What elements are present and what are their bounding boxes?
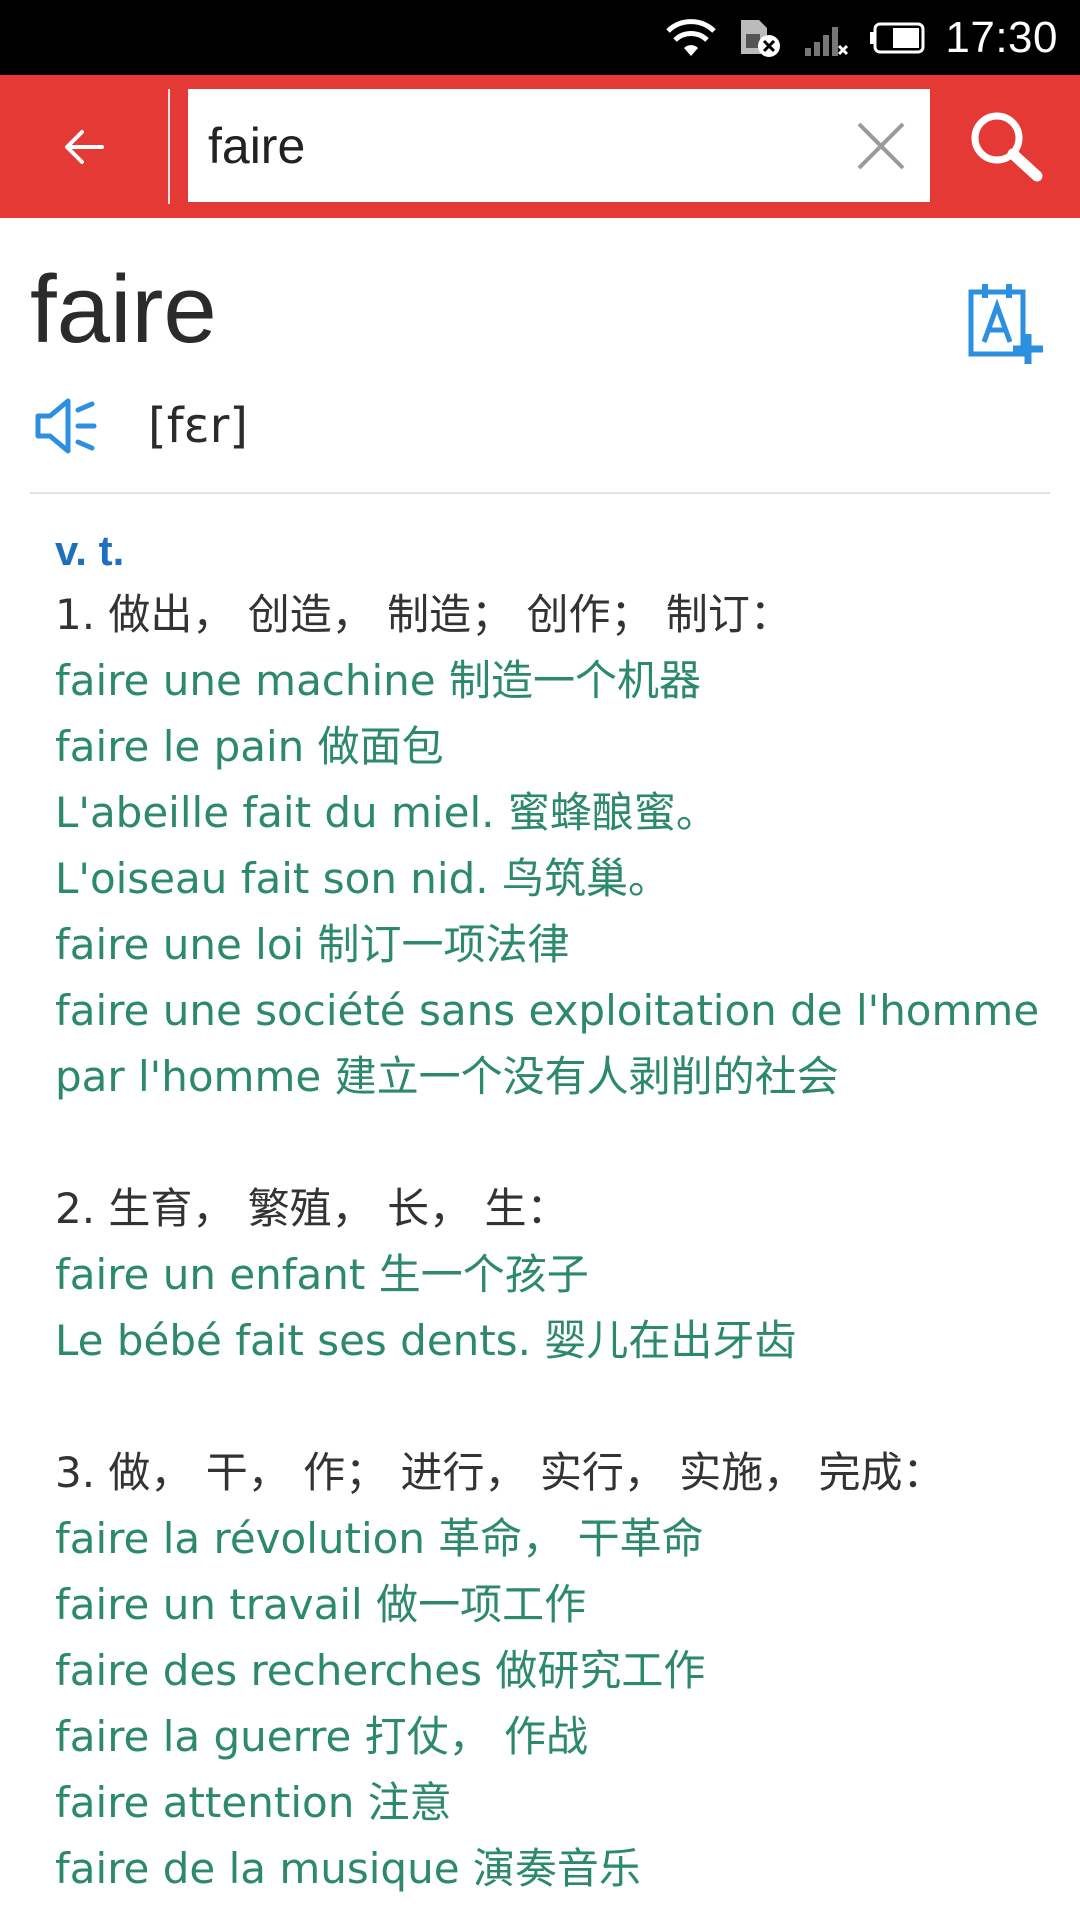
example-sentence: faire de la musique 演奏音乐 [55, 1844, 641, 1893]
example-sentence: faire des recherches 做研究工作 [55, 1646, 706, 1695]
speaker-icon[interactable] [34, 396, 100, 456]
search-box [188, 89, 930, 202]
sim-blocked-icon [741, 19, 781, 57]
header-divider [30, 492, 1050, 494]
sense-spacer [55, 1374, 1055, 1440]
example-sentence: par l'homme 建立一个没有人剥削的社会 [55, 1052, 839, 1101]
example-sentence: L'oiseau fait son nid. 鸟筑巢。 [55, 854, 670, 903]
example-sentence: faire la révolution 革命， 干革命 [55, 1514, 704, 1563]
phonetic-transcription: [fɛr] [148, 398, 249, 454]
example-sentence: faire une machine 制造一个机器 [55, 656, 701, 705]
example-sentence: faire une société sans exploitation de l… [55, 986, 1040, 1035]
sense-meaning: 3. 做， 干， 作； 进行， 实行， 实施， 完成： [55, 1448, 945, 1497]
part-of-speech: v. t. [55, 527, 125, 574]
example-sentence: faire le pain 做面包 [55, 722, 444, 771]
example-sentence: L'abeille fait du miel. 蜜蜂酿蜜。 [55, 788, 718, 837]
sense-meaning: 1. 做出， 创造， 制造； 创作； 制订： [55, 590, 792, 639]
search-icon [971, 112, 1043, 182]
arrow-left-icon [65, 129, 104, 164]
back-button[interactable] [0, 75, 168, 218]
sense-spacer [55, 1110, 1055, 1176]
close-icon [857, 122, 905, 170]
example-sentence: faire une loi 制订一项法律 [55, 920, 570, 969]
add-to-wordbook-icon[interactable] [968, 282, 1044, 366]
example-sentence: faire un travail 做一项工作 [55, 1580, 587, 1629]
search-button[interactable] [950, 91, 1060, 201]
example-sentence: Le bébé fait ses dents. 婴儿在出牙齿 [55, 1316, 797, 1365]
sense-meaning: 2. 生育， 繁殖， 长， 生： [55, 1184, 569, 1233]
wifi-icon [666, 18, 717, 56]
example-sentence: faire un enfant 生一个孩子 [55, 1250, 589, 1299]
battery-icon [870, 22, 925, 53]
status-time: 17:30 [945, 12, 1058, 62]
status-bar: 17:30 [0, 0, 1080, 75]
signal-none-icon [805, 26, 849, 56]
search-toolbar [0, 75, 1080, 218]
search-input[interactable] [208, 89, 808, 202]
headword: faire [30, 256, 217, 363]
toolbar-divider [168, 89, 170, 204]
clear-search-button[interactable] [846, 111, 916, 181]
definition-list: v. t. 1. 做出， 创造， 制造； 创作； 制订： faire une m… [55, 520, 1055, 1902]
example-sentence: faire la guerre 打仗， 作战 [55, 1712, 589, 1761]
example-sentence: faire attention 注意 [55, 1778, 452, 1827]
